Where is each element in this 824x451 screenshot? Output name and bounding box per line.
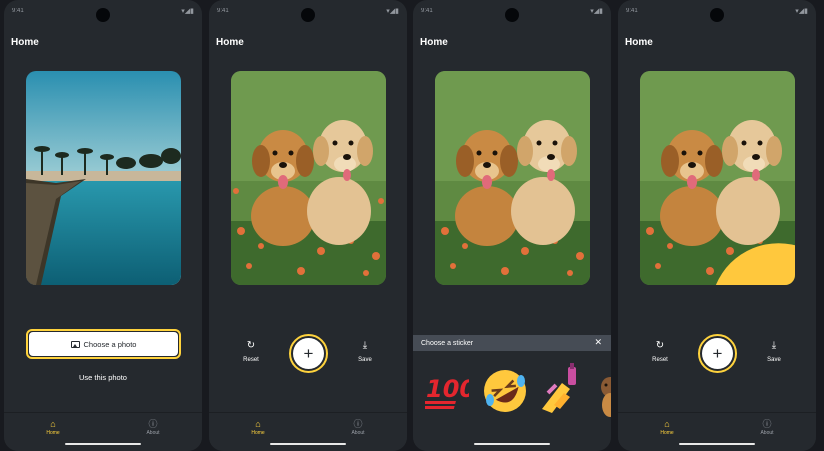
svg-text:100: 100 [426, 375, 469, 403]
camera-cutout [301, 8, 315, 22]
signal-battery-icon: ▾◢▮ [181, 8, 194, 15]
home-icon: ⌂ [255, 419, 261, 429]
status-time: 9:41 [217, 8, 229, 14]
gesture-bar [270, 443, 346, 445]
tab-home[interactable]: ⌂ Home [647, 419, 687, 436]
info-icon: ⓘ [762, 419, 772, 429]
info-icon: ⓘ [148, 419, 158, 429]
close-icon[interactable]: ✕ [594, 337, 602, 348]
hundred-points-sticker[interactable]: 100 [425, 371, 469, 411]
save-label: Save [358, 357, 372, 363]
status-time: 9:41 [12, 8, 24, 14]
page-title: Home [216, 37, 244, 48]
tab-about-label: About [760, 430, 774, 436]
tab-home[interactable]: ⌂ Home [33, 419, 73, 436]
gesture-bar [474, 443, 550, 445]
rolling-laughing-sticker[interactable] [481, 367, 529, 415]
choose-photo-button[interactable]: Choose a photo [26, 329, 181, 359]
sticker-sheet-header: Choose a sticker ✕ [413, 335, 611, 351]
screen-pick-photo: 9:41 ▾◢▮ Home Choose a photo Use this ph… [4, 0, 202, 451]
save-button[interactable]: ⤓ Save [756, 340, 792, 363]
nail-polish-sticker[interactable] [538, 363, 584, 415]
use-this-photo-button[interactable]: Use this photo [4, 373, 202, 382]
signal-battery-icon: ▾◢▮ [386, 8, 399, 15]
tab-bar: ⌂ Home ⓘ About [618, 412, 816, 451]
add-sticker-button[interactable]: + [698, 334, 737, 373]
tab-home-label: Home [46, 430, 60, 436]
screen-sticker-picker: 9:41 ▾◢▮ Home Choose a sticker ✕ 10 [413, 0, 611, 451]
screen-with-sticker: 9:41 ▾◢▮ Home ↻ Reset + ⤓ Save ⌂ Home ⓘ … [618, 0, 816, 451]
page-title: Home [625, 37, 653, 48]
plus-icon: + [702, 338, 733, 369]
info-icon: ⓘ [353, 419, 363, 429]
sticker-sheet: Choose a sticker ✕ 100 [413, 335, 611, 451]
screen-options: 9:41 ▾◢▮ Home ↻ Reset + ⤓ Save ⌂ Home ⓘ … [209, 0, 407, 451]
placeholder-photo [26, 71, 181, 285]
page-title: Home [11, 37, 39, 48]
reset-button[interactable]: ↻ Reset [642, 340, 678, 363]
tab-about[interactable]: ⓘ About [133, 419, 173, 436]
refresh-icon: ↻ [655, 340, 665, 351]
tab-home[interactable]: ⌂ Home [238, 419, 278, 436]
save-button[interactable]: ⤓ Save [347, 340, 383, 363]
refresh-icon: ↻ [246, 340, 256, 351]
download-icon: ⤓ [362, 340, 368, 351]
reset-label: Reset [243, 357, 259, 363]
tab-about[interactable]: ⓘ About [747, 419, 787, 436]
image-icon [70, 340, 80, 348]
placed-laughing-sticker[interactable] [701, 204, 795, 285]
status-time: 9:41 [626, 8, 638, 14]
reset-button[interactable]: ↻ Reset [233, 340, 269, 363]
dog-sticker[interactable] [598, 373, 611, 417]
choose-photo-label: Choose a photo [83, 339, 137, 349]
gesture-bar [65, 443, 141, 445]
page-title: Home [420, 37, 448, 48]
plus-icon: + [293, 338, 324, 369]
tab-about-label: About [351, 430, 365, 436]
status-time: 9:41 [421, 8, 433, 14]
save-label: Save [767, 357, 781, 363]
puppies-photo [231, 71, 386, 285]
home-icon: ⌂ [50, 419, 56, 429]
tab-home-label: Home [251, 430, 265, 436]
signal-battery-icon: ▾◢▮ [795, 8, 808, 15]
tab-home-label: Home [660, 430, 674, 436]
camera-cutout [96, 8, 110, 22]
tab-bar: ⌂ Home ⓘ About [4, 412, 202, 451]
signal-battery-icon: ▾◢▮ [590, 8, 603, 15]
camera-cutout [710, 8, 724, 22]
puppies-photo [640, 71, 795, 285]
tab-about-label: About [146, 430, 160, 436]
camera-cutout [505, 8, 519, 22]
sheet-title: Choose a sticker [421, 339, 474, 347]
sticker-list: 100 [425, 357, 611, 417]
home-icon: ⌂ [664, 419, 670, 429]
download-icon: ⤓ [771, 340, 777, 351]
tab-about[interactable]: ⓘ About [338, 419, 378, 436]
puppies-photo [435, 71, 590, 285]
gesture-bar [679, 443, 755, 445]
tab-bar: ⌂ Home ⓘ About [209, 412, 407, 451]
add-sticker-button[interactable]: + [289, 334, 328, 373]
reset-label: Reset [652, 357, 668, 363]
